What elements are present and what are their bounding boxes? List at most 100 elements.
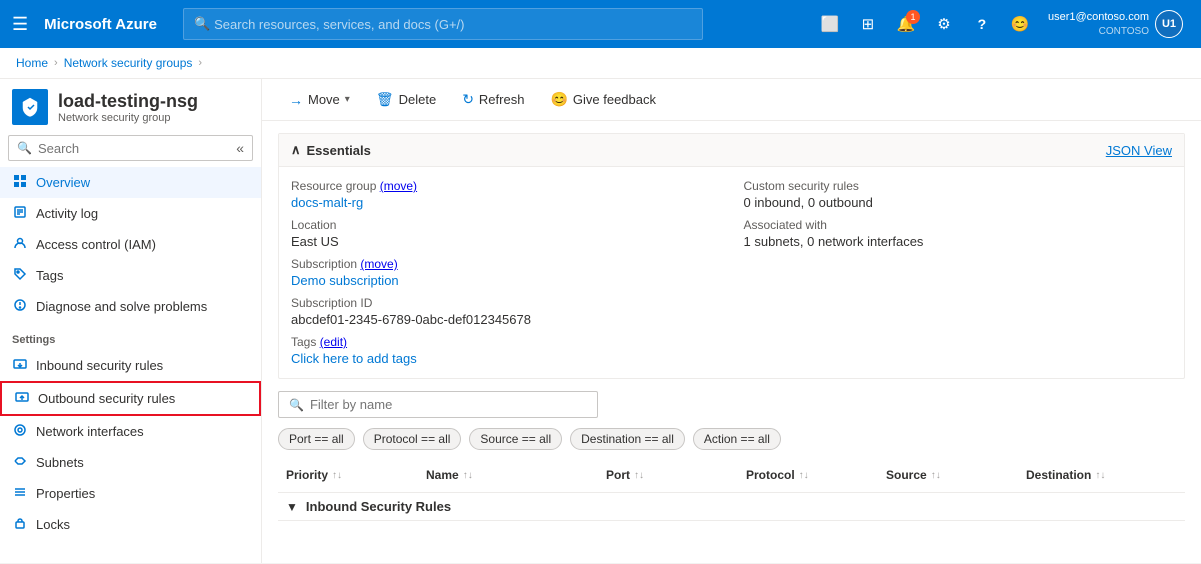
essentials-right: Custom security rules 0 inbound, 0 outbo…	[744, 179, 1173, 366]
inbound-icon	[12, 357, 28, 374]
breadcrumb-home[interactable]: Home	[16, 56, 48, 70]
filter-search-icon: 🔍	[289, 398, 304, 412]
filter-tag-action[interactable]: Action == all	[693, 428, 781, 450]
delete-label: Delete	[399, 92, 437, 107]
network-interfaces-icon	[12, 423, 28, 440]
name-sort-icon[interactable]: ↑↓	[463, 470, 473, 481]
sidebar-item-tags[interactable]: Tags	[0, 260, 261, 291]
sidebar-item-diagnose[interactable]: Diagnose and solve problems	[0, 291, 261, 322]
resource-group-move-link[interactable]: (move)	[380, 179, 417, 193]
sidebar-collapse-icon[interactable]: «	[236, 140, 244, 156]
sidebar-item-access-control[interactable]: Access control (IAM)	[0, 229, 261, 260]
filter-tags: Port == all Protocol == all Source == al…	[278, 428, 1185, 450]
resource-name: load-testing-nsg	[58, 91, 198, 112]
field-resource-group: Resource group (move) docs-malt-rg	[291, 179, 720, 210]
sidebar-item-locks[interactable]: Locks	[0, 509, 261, 540]
subnets-label: Subnets	[36, 455, 84, 470]
sidebar-item-network-interfaces[interactable]: Network interfaces	[0, 416, 261, 447]
sidebar-item-activity-log[interactable]: Activity log	[0, 198, 261, 229]
col-destination: Destination ↑↓	[1018, 462, 1158, 488]
global-search[interactable]: 🔍	[183, 8, 703, 40]
sidebar-item-properties[interactable]: Properties	[0, 478, 261, 509]
sidebar-item-overview[interactable]: Overview	[0, 167, 261, 198]
source-sort-icon[interactable]: ↑↓	[931, 470, 941, 481]
filter-input[interactable]	[310, 397, 587, 412]
topbar: ☰ Microsoft Azure 🔍 ⬜ ⊞ 🔔 1 ⚙ ? 😊 user1@…	[0, 0, 1201, 48]
breadcrumb-nsg[interactable]: Network security groups	[64, 56, 193, 70]
feedback-button[interactable]: 😊 Give feedback	[539, 85, 667, 114]
locks-label: Locks	[36, 517, 70, 532]
field-subscription: Subscription (move) Demo subscription	[291, 257, 720, 288]
avatar: U1	[1155, 10, 1183, 38]
essentials-left: Resource group (move) docs-malt-rg Locat…	[291, 179, 720, 366]
sidebar: load-testing-nsg Network security group …	[0, 79, 262, 563]
subscription-link[interactable]: Demo subscription	[291, 273, 399, 288]
refresh-button[interactable]: ↻ Refresh	[451, 85, 535, 114]
table-section: Priority ↑↓ Name ↑↓ Port ↑↓ Protocol ↑↓ …	[278, 458, 1185, 521]
essentials-title: Essentials	[307, 143, 371, 158]
filter-input-wrap[interactable]: 🔍	[278, 391, 598, 418]
delete-icon: 🗑	[376, 91, 394, 108]
json-view-link[interactable]: JSON View	[1106, 143, 1172, 158]
hamburger-icon[interactable]: ☰	[12, 14, 28, 35]
priority-sort-icon[interactable]: ↑↓	[332, 470, 342, 481]
move-button[interactable]: → Move ▾	[278, 86, 361, 114]
outbound-rules-label: Outbound security rules	[38, 391, 175, 406]
feedback-icon: 😊	[550, 91, 567, 108]
overview-icon	[12, 174, 28, 191]
notifications-icon[interactable]: 🔔 1	[890, 8, 922, 40]
move-label: Move	[308, 92, 340, 107]
search-input[interactable]	[214, 17, 692, 32]
tags-label: Tags	[36, 268, 63, 283]
sidebar-search-input[interactable]	[38, 141, 230, 156]
filter-tag-port[interactable]: Port == all	[278, 428, 355, 450]
inbound-security-rules-group[interactable]: ▼ Inbound Security Rules	[278, 493, 1185, 521]
feedback-icon[interactable]: 😊	[1004, 8, 1036, 40]
group-collapse-icon[interactable]: ▼	[286, 500, 298, 514]
tags-icon	[12, 267, 28, 284]
filter-tag-source[interactable]: Source == all	[469, 428, 562, 450]
search-icon: 🔍	[194, 16, 210, 32]
inbound-rules-label: Inbound security rules	[36, 358, 163, 373]
azure-logo: Microsoft Azure	[44, 16, 157, 33]
protocol-sort-icon[interactable]: ↑↓	[799, 470, 809, 481]
col-port: Port ↑↓	[598, 462, 738, 488]
essentials-collapse-icon[interactable]: ∧	[291, 142, 301, 158]
filter-tag-destination[interactable]: Destination == all	[570, 428, 685, 450]
user-email: user1@contoso.com	[1048, 10, 1149, 24]
group-label: Inbound Security Rules	[306, 499, 451, 514]
destination-sort-icon[interactable]: ↑↓	[1095, 470, 1105, 481]
col-priority: Priority ↑↓	[278, 462, 418, 488]
port-sort-icon[interactable]: ↑↓	[634, 470, 644, 481]
sidebar-item-subnets[interactable]: Subnets	[0, 447, 261, 478]
move-icon: →	[289, 92, 303, 108]
breadcrumb: Home › Network security groups ›	[0, 48, 1201, 79]
notification-badge: 1	[906, 10, 920, 24]
main-layout: load-testing-nsg Network security group …	[0, 79, 1201, 563]
filter-section: 🔍 Port == all Protocol == all Source == …	[278, 391, 1185, 450]
sidebar-resource-header: load-testing-nsg Network security group	[0, 79, 261, 135]
resource-group-link[interactable]: docs-malt-rg	[291, 195, 363, 210]
settings-section-label: Settings	[0, 322, 261, 350]
locks-icon	[12, 516, 28, 533]
subnets-icon	[12, 454, 28, 471]
cloud-shell-icon[interactable]: ⬜	[814, 8, 846, 40]
delete-button[interactable]: 🗑 Delete	[365, 85, 447, 114]
filter-tag-protocol[interactable]: Protocol == all	[363, 428, 462, 450]
iam-label: Access control (IAM)	[36, 237, 156, 252]
subscription-move-link[interactable]: (move)	[360, 257, 397, 271]
activity-log-icon	[12, 205, 28, 222]
tags-edit-link[interactable]: (edit)	[320, 335, 347, 349]
help-icon[interactable]: ?	[966, 8, 998, 40]
portal-menu-icon[interactable]: ⊞	[852, 8, 884, 40]
user-menu[interactable]: user1@contoso.com CONTOSO U1	[1042, 8, 1189, 40]
essentials-body: Resource group (move) docs-malt-rg Locat…	[279, 167, 1184, 378]
settings-icon[interactable]: ⚙	[928, 8, 960, 40]
content-area: → Move ▾ 🗑 Delete ↻ Refresh 😊 Give feedb…	[262, 79, 1201, 563]
feedback-label: Give feedback	[573, 92, 656, 107]
sidebar-item-inbound-rules[interactable]: Inbound security rules	[0, 350, 261, 381]
tags-add-link[interactable]: Click here to add tags	[291, 351, 417, 366]
sidebar-item-outbound-rules[interactable]: Outbound security rules	[0, 381, 261, 416]
activity-log-label: Activity log	[36, 206, 98, 221]
outbound-icon	[14, 390, 30, 407]
